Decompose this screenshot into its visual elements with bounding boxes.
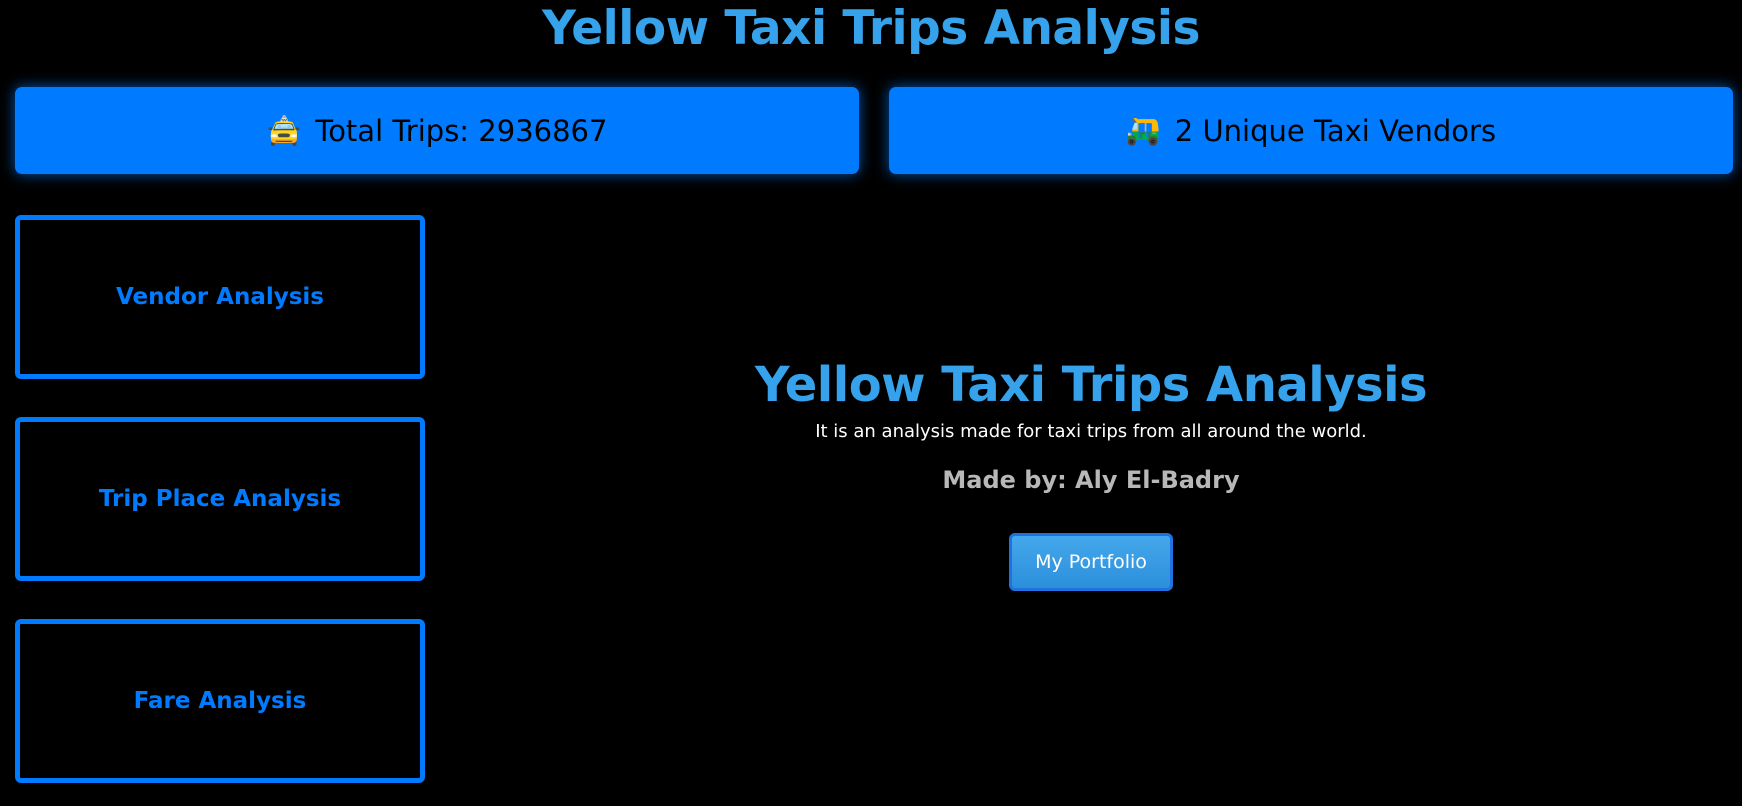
author-credit: Made by: Aly El-Badry [942, 466, 1240, 494]
nav-item-label: Trip Place Analysis [98, 486, 342, 512]
taxi-icon: 🚖 [266, 113, 302, 147]
page: Yellow Taxi Trips Analysis 🚖 Total Trips… [0, 0, 1742, 806]
total-trips-text: Total Trips: 2936867 [315, 113, 608, 148]
unique-vendors-text: 2 Unique Taxi Vendors [1174, 113, 1497, 148]
auto-rickshaw-icon: 🛺 [1125, 113, 1161, 147]
nav-item-label: Vendor Analysis [116, 284, 324, 310]
page-title: Yellow Taxi Trips Analysis [542, 1, 1200, 56]
fare-analysis-button[interactable]: Fare Analysis [15, 619, 425, 783]
hero-section: Yellow Taxi Trips Analysis It is an anal… [440, 355, 1742, 591]
nav-item-label: Fare Analysis [133, 688, 307, 714]
hero-title: Yellow Taxi Trips Analysis [754, 357, 1428, 413]
vendor-analysis-button[interactable]: Vendor Analysis [15, 215, 425, 379]
total-trips-card: 🚖 Total Trips: 2936867 [15, 87, 859, 174]
hero-description: It is an analysis made for taxi trips fr… [815, 421, 1367, 442]
portfolio-button[interactable]: My Portfolio [1009, 533, 1173, 591]
unique-vendors-card: 🛺 2 Unique Taxi Vendors [889, 87, 1733, 174]
trip-place-analysis-button[interactable]: Trip Place Analysis [15, 417, 425, 581]
